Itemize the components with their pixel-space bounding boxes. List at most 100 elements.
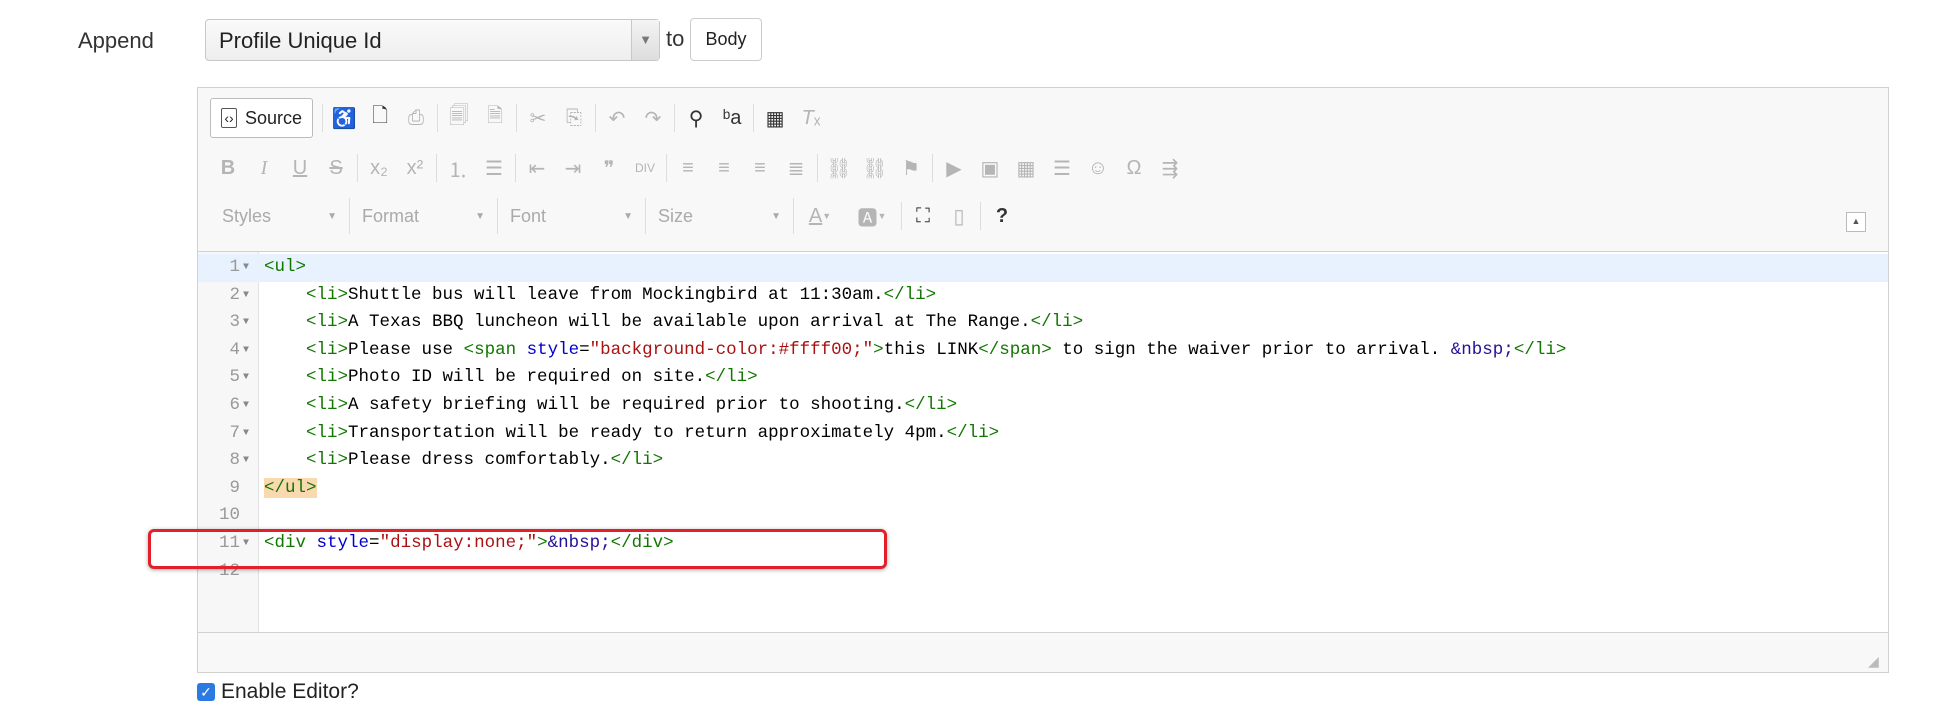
code-text: <ul> — [264, 254, 306, 282]
fold-arrow-icon[interactable]: ▼ — [243, 254, 249, 282]
smiley-icon[interactable]: ☺ — [1080, 151, 1116, 185]
align-center-icon[interactable]: ≡ — [706, 151, 742, 185]
code-token: Please use — [348, 339, 464, 360]
editor-toolbar: ‹› Source ♿ 🗋 ⎙ 🗐 🗎 ✂ ⎘ ↶ ↷ ⚲ ᵇa ▦ Tₓ B — [198, 88, 1888, 252]
code-token: <span — [463, 339, 517, 360]
cut-icon[interactable]: ✂ — [520, 101, 556, 135]
code-line[interactable]: 5 ▼ <li>Photo ID will be required on site… — [198, 364, 1888, 392]
code-line[interactable]: 4 ▼ <li>Please use <span style="backgroun… — [198, 337, 1888, 365]
special-char-icon[interactable]: Ω — [1116, 151, 1152, 185]
undo-icon[interactable]: ↶ — [599, 101, 635, 135]
code-line[interactable]: 8 ▼ <li>Please dress comfortably.</li> — [198, 447, 1888, 475]
code-token: </li> — [883, 284, 937, 305]
code-line[interactable]: 1 ▼ <ul> — [198, 254, 1888, 282]
append-select-value: Profile Unique Id — [219, 28, 382, 53]
italic-icon[interactable]: I — [246, 151, 282, 185]
line-number: 8 — [229, 450, 240, 471]
indent-icon[interactable]: ⇥ — [555, 151, 591, 185]
align-left-icon[interactable]: ≡ — [670, 151, 706, 185]
redo-icon[interactable]: ↷ — [635, 101, 671, 135]
table-icon[interactable]: ▦ — [1008, 151, 1044, 185]
code-line[interactable]: 3 ▼ <li>A Texas BBQ luncheon will be avai… — [198, 309, 1888, 337]
code-area[interactable]: 1 ▼ <ul> 2 ▼ <li>Shuttle bus will leave from… — [198, 252, 1888, 633]
show-blocks-icon[interactable]: ▯ — [941, 199, 977, 233]
code-text: <li>Please dress comfortably.</li> — [264, 447, 663, 475]
text-color-icon[interactable]: A ▼ — [794, 199, 846, 233]
code-token: </span> — [978, 339, 1052, 360]
select-all-icon[interactable]: ▦ — [757, 101, 793, 135]
justify-icon[interactable]: ≣ — [778, 151, 814, 185]
page-break-icon[interactable]: ⇶ — [1152, 151, 1188, 185]
new-page-icon[interactable]: 🗋 — [362, 101, 398, 135]
underline-icon[interactable]: U — [282, 151, 318, 185]
superscript-icon[interactable]: x² — [397, 151, 433, 185]
format-combo[interactable]: Format ▼ — [350, 198, 498, 234]
maximize-icon[interactable]: ⛶ — [905, 199, 941, 233]
align-right-icon[interactable]: ≡ — [742, 151, 778, 185]
background-color-icon[interactable]: 🅰 ▼ — [846, 199, 898, 233]
video-icon[interactable]: ▶ — [936, 151, 972, 185]
horizontal-line-icon[interactable]: ☰ — [1044, 151, 1080, 185]
toolbar-separator — [322, 104, 324, 132]
help-icon[interactable]: ? — [984, 199, 1020, 233]
code-token: </ul> — [264, 477, 317, 498]
code-token: <li> — [306, 450, 349, 471]
fold-arrow-icon[interactable]: ▼ — [243, 282, 249, 310]
preview-icon[interactable]: 🗐 — [441, 101, 477, 135]
code-line[interactable]: 10 — [198, 502, 1888, 530]
bold-icon[interactable]: B — [210, 151, 246, 185]
anchor-flag-icon[interactable]: ⚑ — [893, 151, 929, 185]
blockquote-icon[interactable]: ❞ — [591, 151, 627, 185]
line-number: 5 — [229, 367, 240, 388]
fold-arrow-icon[interactable]: ▼ — [243, 309, 249, 337]
image-icon[interactable]: ▣ — [972, 151, 1008, 185]
toolbar-separator — [817, 154, 818, 182]
body-target-button[interactable]: Body — [690, 18, 762, 61]
remove-format-icon[interactable]: Tₓ — [793, 101, 829, 135]
fold-arrow-icon[interactable]: ▼ — [243, 364, 249, 392]
source-label: Source — [245, 107, 303, 128]
code-line[interactable]: 6 ▼ <li>A safety briefing will be require… — [198, 392, 1888, 420]
subscript-icon[interactable]: x₂ — [361, 151, 397, 185]
bulleted-list-icon[interactable]: ☰ — [476, 151, 512, 185]
fold-arrow-icon[interactable]: ▼ — [243, 337, 249, 365]
create-div-icon[interactable]: DIV — [627, 151, 663, 185]
fold-arrow-icon[interactable]: ▼ — [243, 392, 249, 420]
numbered-list-icon[interactable]: ⒈ — [440, 151, 476, 185]
find-icon[interactable]: ⚲ — [678, 101, 714, 135]
outdent-icon[interactable]: ⇤ — [519, 151, 555, 185]
size-combo[interactable]: Size ▼ — [646, 198, 794, 234]
chevron-down-icon[interactable]: ▼ — [631, 20, 659, 60]
collapse-toolbar-icon[interactable]: ▲ — [1846, 212, 1866, 232]
toolbar-separator — [980, 202, 981, 230]
code-token: <ul> — [264, 257, 307, 277]
code-line[interactable]: 2 ▼ <li>Shuttle bus will leave from Mocki… — [198, 282, 1888, 310]
replace-icon[interactable]: ᵇa — [714, 101, 750, 135]
font-combo[interactable]: Font ▼ — [498, 198, 646, 234]
accessibility-icon[interactable]: ♿ — [326, 101, 362, 135]
toolbar-separator — [901, 202, 902, 230]
source-button[interactable]: ‹› Source — [210, 98, 314, 138]
copy-icon[interactable]: ⎘ — [556, 101, 592, 135]
print-icon[interactable]: ⎙ — [398, 101, 434, 135]
enable-editor-checkbox[interactable]: ✓ Enable Editor? — [197, 680, 359, 704]
link-icon[interactable]: ⛓ — [821, 151, 857, 185]
fold-arrow-icon[interactable]: ▼ — [243, 447, 249, 475]
fold-arrow-icon[interactable]: ▼ — [243, 420, 249, 448]
styles-combo[interactable]: Styles ▼ — [210, 198, 350, 234]
code-line[interactable]: 9 </ul> — [198, 475, 1888, 503]
resize-handle-icon[interactable]: ◢ — [1868, 654, 1882, 668]
toolbar-separator — [595, 104, 597, 132]
checkmark-icon[interactable]: ✓ — [197, 683, 215, 701]
unlink-icon[interactable]: ⛓ — [857, 151, 893, 185]
code-line[interactable]: 7 ▼ <li>Transportation will be ready to r… — [198, 420, 1888, 448]
strikethrough-icon[interactable]: S — [318, 151, 354, 185]
toolbar-separator — [516, 104, 518, 132]
append-field-select[interactable]: Profile Unique Id ▼ — [205, 19, 660, 61]
templates-icon[interactable]: 🗎 — [477, 101, 513, 135]
code-token: <li> — [306, 312, 349, 333]
